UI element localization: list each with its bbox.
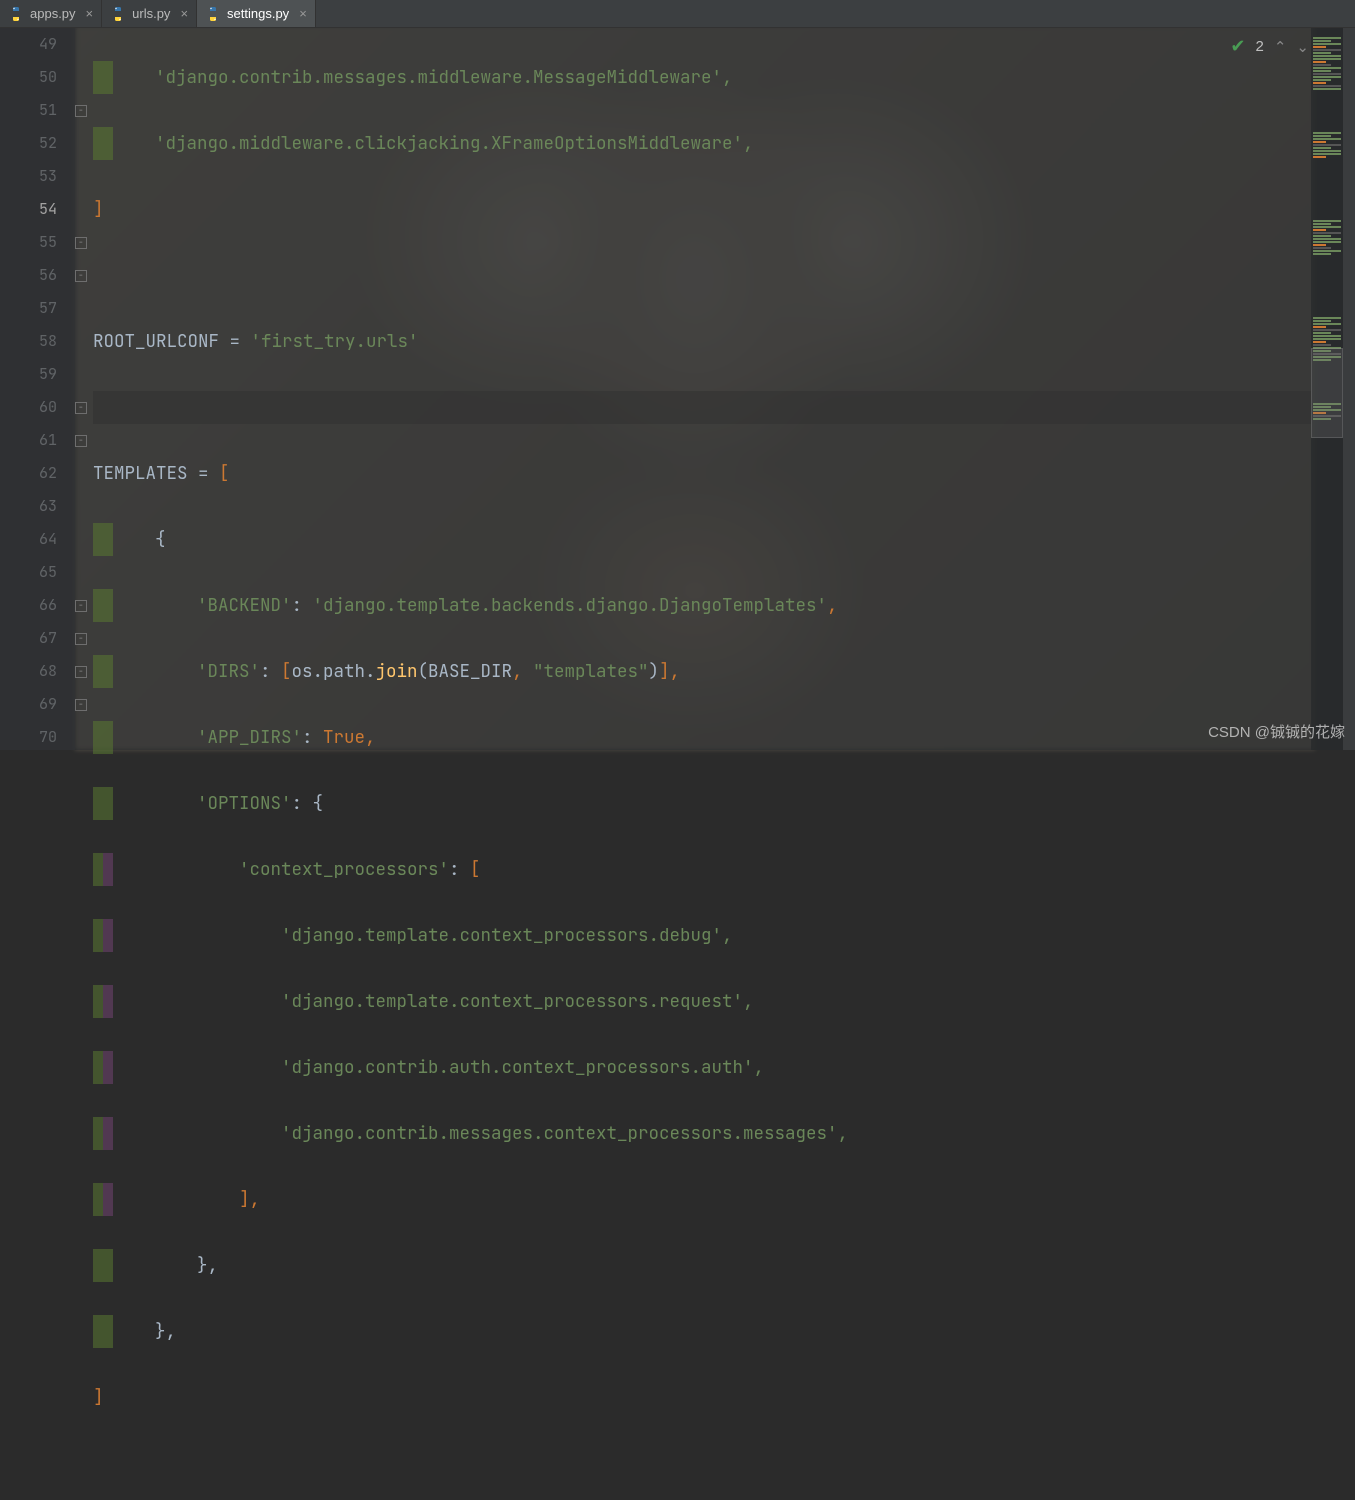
code-text: [93, 259, 1311, 292]
code-area[interactable]: 'django.contrib.messages.middleware.Mess…: [93, 28, 1311, 750]
line-number: 52: [0, 127, 57, 160]
line-number: 55: [0, 226, 57, 259]
minimap[interactable]: [1311, 28, 1343, 750]
fold-toggle-icon[interactable]: −: [75, 105, 87, 117]
close-icon[interactable]: ×: [299, 6, 307, 21]
tab-settings[interactable]: settings.py ×: [197, 0, 316, 27]
fold-column: − − − − − − − − −: [75, 28, 93, 750]
line-number: 65: [0, 556, 57, 589]
fold-toggle-icon[interactable]: −: [75, 633, 87, 645]
close-icon[interactable]: ×: [86, 6, 94, 21]
line-number: 63: [0, 490, 57, 523]
inspection-status: ✔ 2 ⌃ ⌄: [1230, 36, 1309, 57]
line-number: 69: [0, 688, 57, 721]
tab-urls[interactable]: urls.py ×: [102, 0, 197, 27]
code-text: 'django.middleware.clickjacking.XFrameOp…: [155, 132, 754, 155]
fold-toggle-icon[interactable]: −: [75, 435, 87, 447]
fold-toggle-icon[interactable]: −: [75, 600, 87, 612]
line-number: 51: [0, 94, 57, 127]
line-number: 50: [0, 61, 57, 94]
line-number: 54: [0, 193, 57, 226]
line-number: 62: [0, 457, 57, 490]
python-file-icon: [8, 6, 24, 22]
tab-label: urls.py: [132, 6, 170, 21]
line-number: 70: [0, 721, 57, 754]
tab-apps[interactable]: apps.py ×: [0, 0, 102, 27]
editor-tabs: apps.py × urls.py × settings.py ×: [0, 0, 1355, 28]
chevron-down-icon[interactable]: ⌄: [1296, 38, 1309, 56]
line-number: 58: [0, 325, 57, 358]
python-file-icon: [205, 6, 221, 22]
code-text: ROOT_URLCONF: [93, 330, 219, 353]
line-number: 56: [0, 259, 57, 292]
close-icon[interactable]: ×: [180, 6, 188, 21]
code-text: ]: [93, 198, 104, 221]
chevron-up-icon[interactable]: ⌃: [1274, 38, 1287, 56]
line-number: 53: [0, 160, 57, 193]
code-text: [93, 391, 1311, 424]
vertical-scrollbar[interactable]: [1343, 28, 1355, 750]
line-number: 57: [0, 292, 57, 325]
line-number: 64: [0, 523, 57, 556]
line-number: 61: [0, 424, 57, 457]
line-number: 67: [0, 622, 57, 655]
line-number: 66: [0, 589, 57, 622]
tab-label: settings.py: [227, 6, 289, 21]
editor[interactable]: 4950515253545556575859606162636465666768…: [0, 28, 1355, 750]
inspection-count: 2: [1256, 38, 1264, 55]
minimap-viewport[interactable]: [1311, 348, 1343, 438]
fold-toggle-icon[interactable]: −: [75, 666, 87, 678]
code-text: {: [155, 528, 166, 551]
line-number: 60: [0, 391, 57, 424]
line-number: 59: [0, 358, 57, 391]
python-file-icon: [110, 6, 126, 22]
line-number: 49: [0, 28, 57, 61]
tab-label: apps.py: [30, 6, 76, 21]
fold-toggle-icon[interactable]: −: [75, 699, 87, 711]
check-icon: ✔: [1230, 36, 1245, 57]
code-text: 'django.contrib.messages.middleware.Mess…: [155, 66, 733, 89]
line-number: 68: [0, 655, 57, 688]
fold-toggle-icon[interactable]: −: [75, 237, 87, 249]
line-number-gutter: 4950515253545556575859606162636465666768…: [0, 28, 75, 750]
code-text: TEMPLATES: [93, 462, 188, 485]
watermark: CSDN @铖铖的花嫁: [1208, 721, 1345, 742]
fold-toggle-icon[interactable]: −: [75, 402, 87, 414]
fold-toggle-icon[interactable]: −: [75, 270, 87, 282]
